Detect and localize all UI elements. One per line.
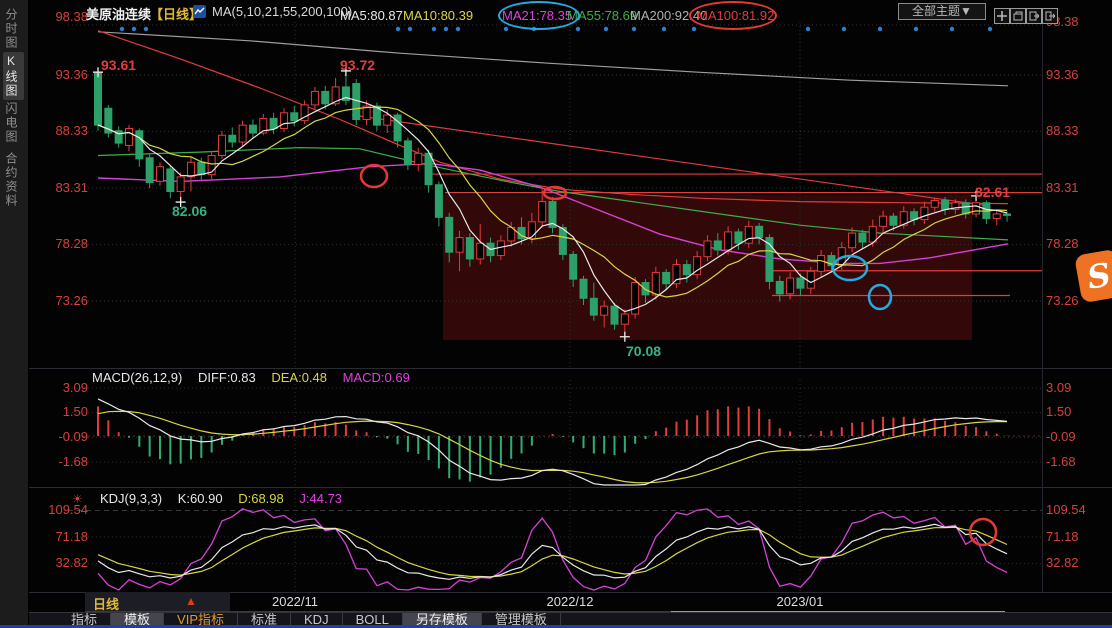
price-mark-label: 82.06 xyxy=(172,203,207,219)
macd-dea: DEA:0.48 xyxy=(271,370,327,385)
kdj-title: KDJ(9,3,3) xyxy=(100,491,162,506)
axis-separator xyxy=(1042,14,1043,592)
panel-separator xyxy=(28,368,1112,369)
instrument-title: 美原油连续 xyxy=(86,4,151,23)
y-axis-label: 3.09 xyxy=(28,380,88,395)
indicator-settings-icon[interactable]: ☀ xyxy=(72,492,83,506)
kdj-header: KDJ(9,3,3) K:60.90 D:68.98 J:44.73 xyxy=(100,491,354,506)
crosshair-tool-icon[interactable] xyxy=(994,8,1010,24)
y-axis-label: 73.26 xyxy=(1046,293,1079,308)
y-axis-label: 71.18 xyxy=(28,529,88,544)
price-mark-label: 70.08 xyxy=(626,343,661,359)
macd-title: MACD(26,12,9) xyxy=(92,370,182,385)
period-selector-bar[interactable]: 日线 ▲ xyxy=(85,592,230,611)
x-axis-date-label: 2023/01 xyxy=(765,594,835,609)
template-tabbar: 指标模板VIP指标标准KDJBOLL另存模板管理模板 xyxy=(28,612,1112,626)
price-mark-label: 93.72 xyxy=(340,57,375,73)
y-axis-label: 1.50 xyxy=(28,404,88,419)
y-axis-label: 32.82 xyxy=(28,555,88,570)
y-axis-label: 83.31 xyxy=(28,180,88,195)
kdj-d: D:68.98 xyxy=(238,491,284,506)
y-axis-label: -1.68 xyxy=(28,454,88,469)
y-axis-label: 71.18 xyxy=(1046,529,1079,544)
app-window: 分时图K线图闪电图合约资料 美原油连续 【日线】 MA(5,10,21,55,2… xyxy=(0,0,1112,628)
left-sidebar: 分时图K线图闪电图合约资料 xyxy=(0,0,29,628)
y-axis-label: 32.82 xyxy=(1046,555,1079,570)
theme-dropdown-button[interactable]: 全部主题▼ xyxy=(898,3,986,20)
y-axis-label: 93.36 xyxy=(28,67,88,82)
y-axis-label: 1.50 xyxy=(1046,404,1071,419)
period-label[interactable]: 日线 xyxy=(93,594,119,613)
ma-value-6: MA100:81.92 xyxy=(697,8,774,23)
ma-params-label: MA(5,10,21,55,200,100) xyxy=(212,4,352,19)
kdj-j: J:44.73 xyxy=(299,491,342,506)
y-axis-label: 78.28 xyxy=(1046,236,1079,251)
badge-letter: S xyxy=(1084,255,1112,296)
kdj-k: K:60.90 xyxy=(178,491,223,506)
panel-separator xyxy=(28,487,1112,488)
sidebar-item-4[interactable]: 合约资料 xyxy=(3,150,24,210)
ma-value-4: MA55:78.69 xyxy=(567,8,637,23)
y-axis-label: 109.54 xyxy=(1046,502,1086,517)
period-arrow-icon[interactable]: ▲ xyxy=(185,594,197,608)
y-axis-label: 73.26 xyxy=(28,293,88,308)
y-axis-label: 78.28 xyxy=(28,236,88,251)
floating-logo-badge[interactable]: S xyxy=(1074,249,1112,304)
ma-value-3: MA21:78.35 xyxy=(502,8,572,23)
chart-header: 美原油连续 【日线】 MA(5,10,21,55,200,100) MA5:80… xyxy=(28,0,1112,24)
y-axis-label: 88.33 xyxy=(1046,123,1079,138)
y-axis-label: -0.09 xyxy=(28,429,88,444)
macd-panel-canvas[interactable] xyxy=(28,380,1042,487)
macd-diff: DIFF:0.83 xyxy=(198,370,256,385)
y-axis-label: -1.68 xyxy=(1046,454,1076,469)
price-mark-label: 82.61 xyxy=(975,184,1010,200)
ma-value-1: MA5:80.87 xyxy=(340,8,403,23)
ma-value-2: MA10:80.39 xyxy=(403,8,473,23)
sidebar-item-2[interactable]: K线图 xyxy=(3,52,24,100)
export-tool-icon[interactable] xyxy=(1026,8,1042,24)
macd-header: MACD(26,12,9) DIFF:0.83 DEA:0.48 MACD:0.… xyxy=(92,370,422,385)
y-axis-label: 3.09 xyxy=(1046,380,1071,395)
macd-value: MACD:0.69 xyxy=(343,370,410,385)
y-axis-label: 93.36 xyxy=(1046,67,1079,82)
y-axis-label: 88.33 xyxy=(28,123,88,138)
x-axis-date-label: 2022/12 xyxy=(535,594,605,609)
kline-chart-icon xyxy=(193,5,206,21)
window-tool-icon[interactable] xyxy=(1042,8,1058,24)
price-mark-label: 93.61 xyxy=(101,57,136,73)
x-axis-date-label: 2022/11 xyxy=(260,594,330,609)
sidebar-item-3[interactable]: 闪电图 xyxy=(3,100,24,146)
y-axis-label: 83.31 xyxy=(1046,180,1079,195)
main-chart-canvas[interactable] xyxy=(28,14,1042,368)
ma-value-5: MA200:92.40 xyxy=(630,8,707,23)
y-axis-label: -0.09 xyxy=(1046,429,1076,444)
sidebar-item-1[interactable]: 分时图 xyxy=(3,6,24,52)
layout-tool-icon[interactable] xyxy=(1010,8,1026,24)
